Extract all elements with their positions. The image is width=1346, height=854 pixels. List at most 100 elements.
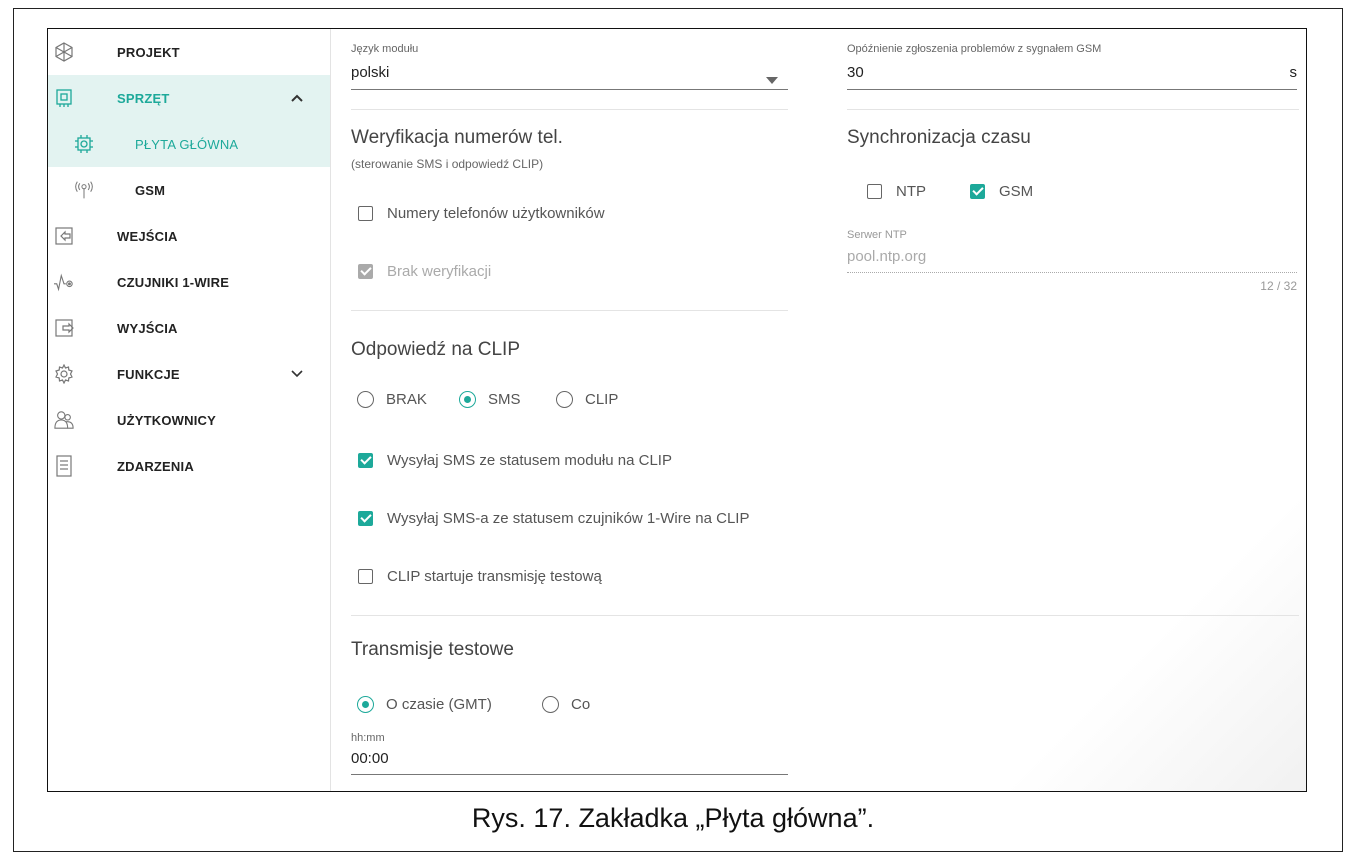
- chip-icon: [54, 88, 74, 108]
- checkbox-label: CLIP startuje transmisję testową: [387, 568, 602, 585]
- mainboard-icon: [74, 134, 94, 154]
- time-value: 00:00: [351, 750, 389, 767]
- divider: [351, 109, 788, 110]
- radio-label: BRAK: [386, 391, 427, 408]
- ntp-server-input[interactable]: pool.ntp.org: [847, 245, 1297, 271]
- sidebar-item-projekt[interactable]: PROJEKT: [48, 29, 330, 75]
- sidebar-item-sprzet[interactable]: SPRZĘT: [48, 75, 330, 121]
- sidebar-item-plyta-glowna[interactable]: PŁYTA GŁÓWNA: [48, 121, 330, 167]
- radio-label: SMS: [488, 391, 521, 408]
- send-sensors-checkbox[interactable]: Wysyłaj SMS-a ze statusem czujników 1-Wi…: [358, 510, 749, 527]
- sidebar-item-label: PROJEKT: [117, 44, 180, 60]
- checkbox-box: [358, 569, 373, 584]
- chevron-down-icon[interactable]: [290, 367, 304, 381]
- app-window: PROJEKT SPRZĘT PŁYTA GŁÓWNA GSM WEJŚCIA …: [47, 28, 1307, 792]
- radio-label: CLIP: [585, 391, 619, 408]
- sidebar-item-wyjscia[interactable]: WYJŚCIA: [48, 305, 330, 351]
- time-input[interactable]: 00:00: [351, 747, 788, 773]
- radio-circle: [357, 696, 374, 713]
- sidebar-item-uzytkownicy[interactable]: UŻYTKOWNICY: [48, 397, 330, 443]
- divider: [351, 310, 788, 311]
- chevron-up-icon[interactable]: [290, 91, 304, 105]
- gsm-checkbox[interactable]: GSM: [970, 183, 1033, 200]
- time-label: hh:mm: [351, 732, 385, 744]
- sidebar-item-label: FUNKCJE: [117, 366, 180, 382]
- gsm-delay-label: Opóźnienie zgłoszenia problemów z sygnał…: [847, 43, 1102, 55]
- ntp-server-label: Serwer NTP: [847, 229, 907, 241]
- pulse-sensor-icon: [54, 272, 74, 292]
- no-verification-checkbox[interactable]: Brak weryfikacji: [358, 263, 491, 280]
- module-language-select[interactable]: polski: [351, 59, 788, 91]
- module-language-value: polski: [351, 64, 390, 81]
- ntp-server-value: pool.ntp.org: [847, 248, 927, 265]
- ntp-checkbox[interactable]: NTP: [867, 183, 926, 200]
- sidebar-item-wejscia[interactable]: WEJŚCIA: [48, 213, 330, 259]
- verification-title: Weryfikacja numerów tel.: [351, 127, 563, 148]
- gsm-delay-value: 30: [847, 64, 864, 81]
- clip-title: Odpowiedź na CLIP: [351, 339, 520, 360]
- clip-start-test-checkbox[interactable]: CLIP startuje transmisję testową: [358, 568, 602, 585]
- clip-option-clip[interactable]: CLIP: [556, 391, 618, 408]
- dropdown-arrow-icon: [766, 71, 778, 89]
- checkbox-box: [358, 453, 373, 468]
- output-icon: [54, 318, 74, 338]
- checkbox-label: NTP: [896, 183, 926, 200]
- time-underline: [351, 774, 788, 775]
- gsm-delay-underline: [847, 89, 1297, 90]
- users-icon: [54, 410, 74, 430]
- sidebar-item-label: UŻYTKOWNICY: [117, 412, 216, 428]
- divider: [351, 615, 1299, 616]
- sidebar-item-label: SPRZĘT: [117, 90, 170, 106]
- sidebar-item-label: GSM: [135, 182, 166, 198]
- sidebar-item-label: ZDARZENIA: [117, 458, 194, 474]
- send-status-checkbox[interactable]: Wysyłaj SMS ze statusem modułu na CLIP: [358, 452, 672, 469]
- module-language-underline: [351, 89, 788, 90]
- radio-circle: [357, 391, 374, 408]
- sidebar-item-zdarzenia[interactable]: ZDARZENIA: [48, 443, 330, 489]
- sidebar: PROJEKT SPRZĘT PŁYTA GŁÓWNA GSM WEJŚCIA …: [48, 29, 331, 791]
- radio-circle: [556, 391, 573, 408]
- document-icon: [54, 455, 74, 477]
- checkbox-box: [970, 184, 985, 199]
- checkbox-box: [358, 264, 373, 279]
- radio-label: Co: [571, 696, 591, 713]
- test-option-every[interactable]: Co: [542, 696, 590, 713]
- module-language-label: Język modułu: [351, 43, 419, 55]
- input-icon: [54, 226, 74, 246]
- antenna-icon: [74, 180, 94, 200]
- sidebar-item-label: WEJŚCIA: [117, 228, 178, 244]
- user-numbers-checkbox[interactable]: Numery telefonów użytkowników: [358, 205, 605, 222]
- radio-circle: [542, 696, 559, 713]
- radio-circle: [459, 391, 476, 408]
- sidebar-item-label: PŁYTA GŁÓWNA: [135, 136, 239, 152]
- gsm-delay-input[interactable]: 30 s: [847, 59, 1297, 89]
- figure-caption: Rys. 17. Zakładka „Płyta główna”.: [471, 803, 875, 833]
- test-transmissions-title: Transmisje testowe: [351, 639, 514, 660]
- checkbox-label: Numery telefonów użytkowników: [387, 205, 605, 222]
- clip-option-none[interactable]: BRAK: [357, 391, 427, 408]
- ntp-server-counter: 12 / 32: [1260, 279, 1297, 293]
- verification-subtitle: (sterowanie SMS i odpowiedź CLIP): [351, 157, 544, 171]
- checkbox-label: Wysyłaj SMS-a ze statusem czujników 1-Wi…: [387, 510, 750, 527]
- clip-option-sms[interactable]: SMS: [459, 391, 521, 408]
- sidebar-item-label: CZUJNIKI 1-WIRE: [117, 274, 230, 290]
- radio-label: O czasie (GMT): [386, 696, 492, 713]
- checkbox-box: [358, 206, 373, 221]
- divider: [847, 109, 1299, 110]
- main-panel: Język modułu polski Weryfikacja numerów …: [330, 29, 1306, 791]
- sidebar-item-gsm[interactable]: GSM: [48, 167, 330, 213]
- checkbox-box: [358, 511, 373, 526]
- test-option-time[interactable]: O czasie (GMT): [357, 696, 492, 713]
- sidebar-item-funkcje[interactable]: FUNKCJE: [48, 351, 330, 397]
- gsm-delay-unit: s: [1289, 64, 1298, 81]
- time-sync-title: Synchronizacja czasu: [847, 127, 1031, 148]
- snowflake-icon: [54, 42, 74, 62]
- sidebar-item-czujniki[interactable]: CZUJNIKI 1-WIRE: [48, 259, 330, 305]
- checkbox-label: Wysyłaj SMS ze statusem modułu na CLIP: [387, 452, 672, 469]
- checkbox-label: GSM: [999, 183, 1034, 200]
- ntp-server-underline: [847, 272, 1297, 273]
- gear-icon: [54, 364, 74, 384]
- checkbox-box: [867, 184, 882, 199]
- sidebar-item-label: WYJŚCIA: [117, 320, 178, 336]
- checkbox-label: Brak weryfikacji: [387, 263, 492, 280]
